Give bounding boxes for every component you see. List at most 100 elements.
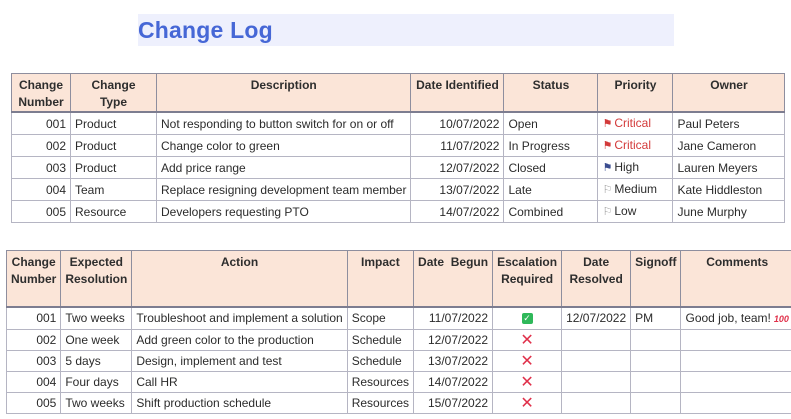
header-change-number-2[interactable]: Change Number	[5, 250, 62, 307]
signoff-cell[interactable]	[630, 391, 682, 414]
change-number-cell[interactable]: 005	[5, 391, 62, 414]
signoff-cell[interactable]	[630, 349, 682, 372]
status-cell[interactable]: Closed	[503, 156, 599, 179]
header-signoff[interactable]: Signoff	[630, 250, 682, 307]
priority-cell[interactable]: ⚐ Low	[597, 200, 674, 223]
description-cell[interactable]: Not responding to button switch for on o…	[155, 111, 412, 135]
date-begun-cell[interactable]: 12/07/2022	[413, 328, 494, 351]
date-begun-cell[interactable]: 13/07/2022	[413, 349, 494, 372]
owner-cell[interactable]: June Murphy	[672, 200, 786, 223]
status-cell[interactable]: Late	[503, 178, 599, 201]
priority-cell[interactable]: ⚑ Critical	[597, 111, 674, 135]
change-number-cell[interactable]: 004	[11, 178, 71, 201]
expected-resolution-cell[interactable]: Two weeks	[60, 391, 133, 414]
change-number-cell[interactable]: 003	[11, 156, 71, 179]
priority-cell[interactable]: ⚐ Medium	[597, 178, 674, 201]
header-status[interactable]: Status	[503, 73, 599, 113]
header-impact[interactable]: Impact	[346, 250, 415, 307]
header-priority[interactable]: Priority	[597, 73, 674, 113]
date-identified-cell[interactable]: 12/07/2022	[410, 156, 505, 179]
change-type-cell[interactable]: Product	[70, 134, 157, 157]
header-owner[interactable]: Owner	[672, 73, 786, 113]
priority-cell[interactable]: ⚑ High	[597, 156, 674, 179]
owner-cell[interactable]: Paul Peters	[672, 111, 786, 135]
date-begun-cell[interactable]: 14/07/2022	[413, 370, 494, 393]
escalation-cell[interactable]: ✕	[492, 349, 563, 372]
status-cell[interactable]: Combined	[503, 200, 599, 223]
header-description[interactable]: Description	[155, 73, 412, 113]
date-identified-cell[interactable]: 10/07/2022	[410, 111, 505, 135]
date-resolved-cell[interactable]	[561, 328, 632, 351]
date-begun-cell[interactable]: 11/07/2022	[413, 305, 494, 330]
header-action[interactable]: Action	[131, 250, 348, 307]
date-resolved-cell[interactable]	[561, 370, 632, 393]
change-type-cell[interactable]: Team	[70, 178, 157, 201]
change-number-cell[interactable]: 003	[5, 349, 62, 372]
header-date-resolved[interactable]: Date Resolved	[561, 250, 632, 307]
action-cell[interactable]: Add green color to the production	[131, 328, 348, 351]
date-identified-cell[interactable]: 11/07/2022	[410, 134, 505, 157]
header-comments[interactable]: Comments	[680, 250, 791, 307]
change-number-cell[interactable]: 005	[11, 200, 71, 223]
change-type-cell[interactable]: Resource	[70, 200, 157, 223]
description-cell[interactable]: Add price range	[155, 156, 412, 179]
description-cell[interactable]: Developers requesting PTO	[155, 200, 412, 223]
description-cell[interactable]: Replace resigning development team membe…	[155, 178, 412, 201]
impact-cell[interactable]: Schedule	[346, 349, 415, 372]
escalation-cell[interactable]: ✓	[492, 305, 563, 330]
owner-cell[interactable]: Kate Hiddleston	[672, 178, 786, 201]
expected-resolution-cell[interactable]: Four days	[60, 370, 133, 393]
header-escalation-required[interactable]: Escalation Required	[492, 250, 563, 307]
signoff-cell[interactable]	[630, 370, 682, 393]
date-resolved-cell[interactable]	[561, 349, 632, 372]
table-row: 002 One week Add green color to the produc…	[5, 328, 791, 351]
description-cell[interactable]: Change color to green	[155, 134, 412, 157]
action-cell[interactable]: Shift production schedule	[131, 391, 348, 414]
action-cell[interactable]: Call HR	[131, 370, 348, 393]
escalation-cell[interactable]: ✕	[492, 370, 563, 393]
header-change-type[interactable]: Change Type	[70, 73, 157, 113]
change-number-cell[interactable]: 002	[5, 328, 62, 351]
change-number-cell[interactable]: 002	[11, 134, 71, 157]
date-identified-cell[interactable]: 13/07/2022	[410, 178, 505, 201]
comments-cell[interactable]	[680, 328, 791, 351]
date-begun-cell[interactable]: 15/07/2022	[413, 391, 494, 414]
status-cell[interactable]: In Progress	[503, 134, 599, 157]
header-date-identified[interactable]: Date Identified	[410, 73, 505, 113]
owner-cell[interactable]: Lauren Meyers	[672, 156, 786, 179]
resolution-table: Change Number Expected Resolution Action I…	[5, 250, 791, 414]
action-cell[interactable]: Design, implement and test	[131, 349, 348, 372]
change-type-cell[interactable]: Product	[70, 111, 157, 135]
escalation-cell[interactable]: ✕	[492, 328, 563, 351]
priority-label: Low	[614, 204, 637, 218]
signoff-cell[interactable]: PM	[630, 305, 682, 330]
expected-resolution-cell[interactable]: One week	[60, 328, 133, 351]
comments-cell[interactable]: Good job, team! 100	[680, 305, 791, 330]
action-cell[interactable]: Troubleshoot and implement a solution	[131, 305, 348, 330]
date-resolved-cell[interactable]	[561, 391, 632, 414]
impact-cell[interactable]: Resources	[346, 370, 415, 393]
comments-cell[interactable]	[680, 349, 791, 372]
signoff-cell[interactable]	[630, 328, 682, 351]
comments-cell[interactable]	[680, 391, 791, 414]
escalation-cell[interactable]: ✕	[492, 391, 563, 414]
owner-cell[interactable]: Jane Cameron	[672, 134, 786, 157]
expected-resolution-cell[interactable]: Two weeks	[60, 305, 133, 330]
date-identified-cell[interactable]: 14/07/2022	[410, 200, 505, 223]
impact-cell[interactable]: Resources	[346, 391, 415, 414]
impact-cell[interactable]: Schedule	[346, 328, 415, 351]
header-change-number[interactable]: Change Number	[11, 73, 71, 113]
impact-cell[interactable]: Scope	[346, 305, 415, 330]
expected-resolution-cell[interactable]: 5 days	[60, 349, 133, 372]
header-expected-resolution[interactable]: Expected Resolution	[60, 250, 133, 307]
comments-cell[interactable]	[680, 370, 791, 393]
priority-label: High	[614, 160, 640, 174]
change-number-cell[interactable]: 004	[5, 370, 62, 393]
change-number-cell[interactable]: 001	[11, 111, 71, 135]
status-cell[interactable]: Open	[503, 111, 599, 135]
date-resolved-cell[interactable]: 12/07/2022	[561, 305, 632, 330]
change-number-cell[interactable]: 001	[5, 305, 62, 330]
change-type-cell[interactable]: Product	[70, 156, 157, 179]
header-date-begun[interactable]: Date Begun	[413, 250, 494, 307]
priority-cell[interactable]: ⚑ Critical	[597, 134, 674, 157]
